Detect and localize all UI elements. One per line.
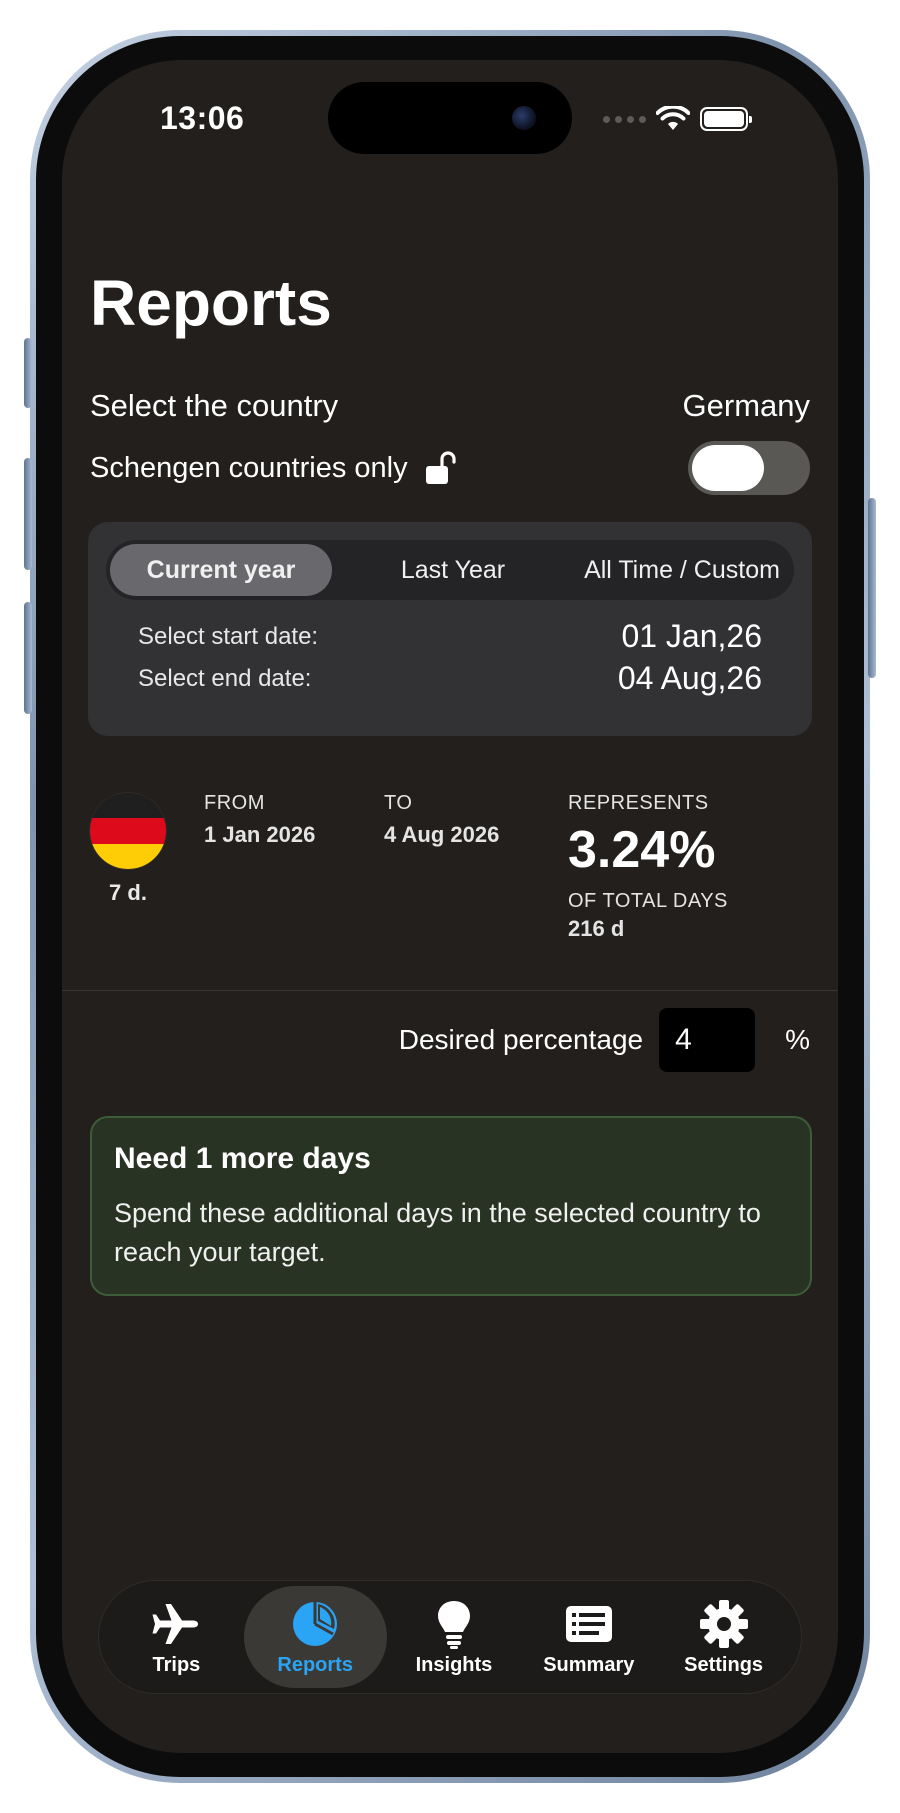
tab-settings[interactable]: Settings (656, 1586, 791, 1688)
status-time: 13:06 (160, 100, 245, 136)
gear-icon (699, 1599, 748, 1648)
country-label: Select the country (90, 388, 339, 423)
country-value[interactable]: Germany (683, 388, 810, 424)
start-date-value[interactable]: 01 Jan,26 (621, 618, 762, 655)
status-icons (603, 104, 752, 134)
list-icon (565, 1605, 612, 1642)
tab-trips[interactable]: Trips (109, 1586, 244, 1688)
schengen-row: Schengen countries only (90, 440, 810, 496)
tab-settings-label: Settings (684, 1653, 764, 1676)
period-segmented-control: Current year Last Year All Time / Custom (106, 540, 794, 600)
date-range-card: Current year Last Year All Time / Custom… (88, 522, 812, 736)
app-screen: 13:06 Reports Select the country Germany… (62, 60, 838, 1753)
power-button (868, 498, 876, 678)
segment-current-year[interactable]: Current year (110, 544, 332, 596)
germany-flag-icon (90, 793, 166, 869)
tab-summary-label: Summary (543, 1653, 635, 1676)
total-days-label: OF TOTAL DAYS (568, 890, 728, 912)
pie-chart-icon (293, 1601, 338, 1646)
tab-insights[interactable]: Insights (387, 1586, 522, 1688)
cellular-signal-icon (603, 115, 646, 123)
segment-all-time[interactable]: All Time / Custom (574, 544, 790, 596)
tab-summary[interactable]: Summary (521, 1586, 656, 1688)
schengen-label: Schengen countries only (90, 451, 408, 484)
segment-last-year[interactable]: Last Year (340, 544, 566, 596)
end-date-value[interactable]: 04 Aug,26 (618, 660, 762, 697)
tab-trips-label: Trips (152, 1653, 201, 1676)
target-info-box: Need 1 more days Spend these additional … (90, 1116, 812, 1296)
desired-percentage-input[interactable]: 4 (659, 1008, 756, 1072)
desired-percentage-row: Desired percentage 4 % (399, 1008, 810, 1072)
divider (62, 990, 838, 991)
country-selector[interactable]: Select the country Germany (90, 386, 810, 426)
page-title: Reports (90, 267, 332, 339)
end-date-label: Select end date: (138, 664, 312, 692)
tab-insights-label: Insights (415, 1653, 493, 1676)
start-date-row[interactable]: Select start date: 01 Jan,26 (138, 618, 762, 655)
tab-reports-label: Reports (277, 1653, 353, 1676)
from-label: FROM (204, 792, 265, 814)
start-date-label: Select start date: (138, 622, 319, 650)
to-value: 4 Aug 2026 (384, 822, 500, 847)
volume-down-button (24, 602, 32, 714)
battery-icon (700, 107, 752, 131)
unlock-icon (425, 451, 456, 484)
dynamic-island (328, 82, 572, 154)
desired-percentage-label: Desired percentage (398, 1024, 644, 1055)
represents-label: REPRESENTS (568, 792, 709, 814)
target-info-title: Need 1 more days (114, 1142, 371, 1175)
schengen-toggle[interactable] (688, 441, 810, 495)
days-count: 7 d. (109, 880, 147, 905)
to-label: TO (384, 792, 413, 814)
tab-bar: Trips Reports Insights Summary Settings (98, 1580, 802, 1694)
end-date-row[interactable]: Select end date: 04 Aug,26 (138, 660, 762, 697)
total-days-value: 216 d (568, 916, 625, 941)
tab-reports[interactable]: Reports (243, 1586, 387, 1688)
camera-icon (512, 106, 536, 130)
lightbulb-icon (437, 1600, 470, 1649)
from-value: 1 Jan 2026 (204, 822, 316, 847)
volume-up-button (24, 458, 32, 570)
target-info-text: Spend these additional days in the selec… (114, 1198, 761, 1267)
percentage-value: 3.24% (568, 821, 716, 879)
wifi-icon (656, 106, 690, 130)
toggle-knob (692, 445, 764, 491)
airplane-icon (152, 1603, 199, 1644)
action-button (24, 338, 32, 408)
percent-unit: % (785, 1024, 810, 1055)
